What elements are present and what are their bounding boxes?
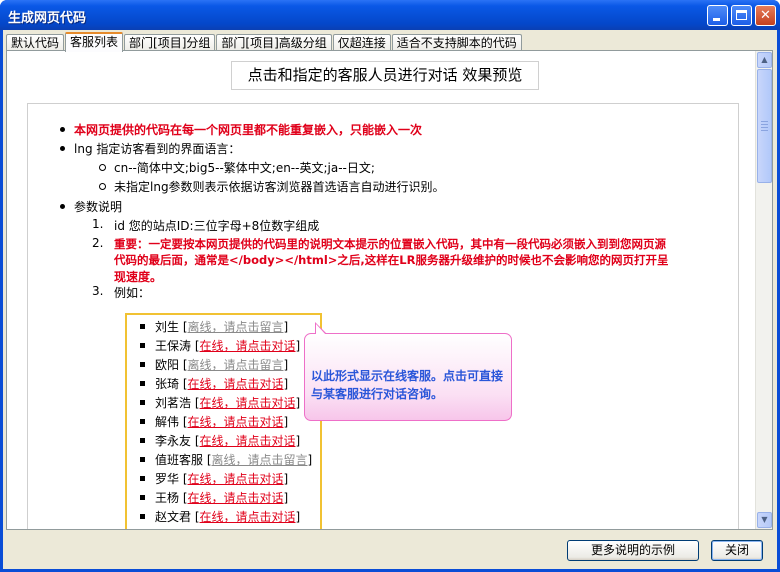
param-important-line: 现速度。 bbox=[114, 270, 163, 284]
scroll-thumb[interactable] bbox=[757, 69, 772, 183]
agent-chat-link[interactable]: 在线，请点击对话 bbox=[188, 491, 284, 505]
tooltip-arrow-inner bbox=[316, 324, 326, 335]
dialog-window: 生成网页代码 ✕ 默认代码 客服列表 部门[项目]分组 部门[项目]高级分组 仅… bbox=[0, 0, 780, 572]
agent-row: 张琦 [在线，请点击对话] bbox=[155, 377, 289, 391]
agent-chat-link[interactable]: 在线，请点击对话 bbox=[200, 510, 296, 524]
square-bullet-icon bbox=[140, 514, 145, 519]
grip-line bbox=[761, 121, 768, 122]
agent-name: 赵文君 bbox=[155, 510, 192, 524]
lng-option: 未指定lng参数则表示依据访客浏览器首选语言自动进行识别。 bbox=[114, 180, 445, 194]
tab-panel: 点击和指定的客服人员进行对话 效果预览 本网页提供的代码在每一个网页里都不能重复… bbox=[6, 50, 773, 530]
square-bullet-icon bbox=[140, 400, 145, 405]
params-heading: 参数说明 bbox=[74, 200, 123, 214]
param-number: 3. bbox=[92, 284, 104, 298]
square-bullet-icon bbox=[140, 343, 145, 348]
embed-once-note: 本网页提供的代码在每一个网页里都不能重复嵌入，只能嵌入一次 bbox=[74, 123, 423, 137]
agent-name: 刘生 bbox=[155, 320, 180, 334]
close-button[interactable]: 关闭 bbox=[711, 540, 763, 561]
square-bullet-icon bbox=[140, 495, 145, 500]
grip-line bbox=[761, 124, 768, 125]
agent-chat-link[interactable]: 在线，请点击对话 bbox=[200, 434, 296, 448]
preview-title: 点击和指定的客服人员进行对话 效果预览 bbox=[231, 61, 539, 90]
agent-chat-link[interactable]: 在线，请点击对话 bbox=[188, 415, 284, 429]
agent-row: 刘茗浩 [在线，请点击对话] bbox=[155, 396, 301, 410]
agent-row: 李永友 [在线，请点击对话] bbox=[155, 434, 301, 448]
agent-list-box: 刘生 [离线，请点击留言] 王保涛 [在线，请点击对话] 欧阳 [离线，请点击留言]… bbox=[125, 313, 322, 530]
tooltip-line: 与某客服进行对话咨询。 bbox=[311, 387, 444, 401]
bullet-icon bbox=[60, 204, 65, 209]
square-bullet-icon bbox=[140, 381, 145, 386]
agent-chat-link[interactable]: 在线，请点击对话 bbox=[200, 396, 296, 410]
agent-row: 赵文君 [在线，请点击对话] bbox=[155, 510, 301, 524]
agent-row: 时大伟 [在线，请点击对话] bbox=[155, 527, 300, 530]
param-text: id 您的站点ID:三位字母+8位数字组成 bbox=[114, 219, 320, 233]
agent-row: 罗华 [在线，请点击对话] bbox=[155, 472, 289, 486]
param-important-line: 代码的最后面，通常是</body></html>之后,这样在LR服务器升级维护的… bbox=[114, 253, 669, 267]
lng-option: cn--简体中文;big5--繁体中文;en--英文;ja--日文; bbox=[114, 161, 375, 175]
square-bullet-icon bbox=[140, 438, 145, 443]
agent-name: 解伟 bbox=[155, 415, 180, 429]
agent-row: 刘生 [离线，请点击留言] bbox=[155, 320, 289, 334]
param-number: 1. bbox=[92, 217, 104, 231]
square-bullet-icon bbox=[140, 324, 145, 329]
preview-tooltip: 以此形式显示在线客服。点击可直接 与某客服进行对话咨询。 bbox=[304, 322, 512, 421]
agent-row: 解伟 [在线，请点击对话] bbox=[155, 415, 289, 429]
tab-service-list[interactable]: 客服列表 bbox=[65, 32, 124, 52]
maximize-button[interactable] bbox=[731, 5, 752, 26]
vertical-scrollbar[interactable]: ▲ ▼ bbox=[755, 51, 772, 529]
maximize-icon bbox=[736, 10, 747, 20]
grip-line bbox=[761, 127, 768, 128]
client-area: 默认代码 客服列表 部门[项目]分组 部门[项目]高级分组 仅超连接 适合不支持… bbox=[3, 30, 777, 569]
lng-note: lng 指定访客看到的界面语言： bbox=[74, 142, 241, 156]
param-number: 2. bbox=[92, 236, 104, 250]
tab-strip: 默认代码 客服列表 部门[项目]分组 部门[项目]高级分组 仅超连接 适合不支持… bbox=[6, 32, 523, 52]
more-examples-button[interactable]: 更多说明的示例 bbox=[567, 540, 699, 561]
agent-row: 王保涛 [在线，请点击对话] bbox=[155, 339, 301, 353]
agent-row: 王杨 [在线，请点击对话] bbox=[155, 491, 289, 505]
agent-name: 王杨 bbox=[155, 491, 180, 505]
agent-row: 欧阳 [离线，请点击留言] bbox=[155, 358, 289, 372]
square-bullet-icon bbox=[140, 457, 145, 462]
title-bar[interactable]: 生成网页代码 ✕ bbox=[0, 0, 780, 30]
square-bullet-icon bbox=[140, 476, 145, 481]
window-title: 生成网页代码 bbox=[8, 11, 87, 26]
circle-bullet-icon bbox=[99, 183, 106, 190]
agent-chat-link[interactable]: 在线，请点击对话 bbox=[188, 472, 284, 486]
agent-message-link[interactable]: 离线，请点击留言 bbox=[188, 358, 284, 372]
bullet-icon bbox=[60, 127, 65, 132]
agent-name: 欧阳 bbox=[155, 358, 180, 372]
agent-chat-link[interactable]: 在线，请点击对话 bbox=[200, 529, 296, 530]
minimize-button[interactable] bbox=[707, 5, 728, 26]
minimize-icon bbox=[713, 18, 720, 21]
square-bullet-icon bbox=[140, 419, 145, 424]
param-text: 例如： bbox=[114, 286, 151, 300]
bullet-icon bbox=[60, 146, 65, 151]
tooltip-text: 以此形式显示在线客服。点击可直接 与某客服进行对话咨询。 bbox=[311, 367, 511, 403]
agent-name: 王保涛 bbox=[155, 339, 192, 353]
agent-name: 值班客服 bbox=[155, 453, 204, 467]
scroll-up-arrow-icon[interactable]: ▲ bbox=[757, 52, 772, 68]
agent-message-link[interactable]: 离线，请点击留言 bbox=[212, 453, 308, 467]
agent-name: 时大伟 bbox=[155, 529, 191, 530]
agent-name: 李永友 bbox=[155, 434, 192, 448]
param-important-line: 重要：一定要按本网页提供的代码里的说明文本提示的位置嵌入代码，其中有一段代码必须… bbox=[114, 237, 666, 251]
agent-message-link[interactable]: 离线，请点击留言 bbox=[188, 320, 284, 334]
scroll-down-arrow-icon[interactable]: ▼ bbox=[757, 512, 772, 528]
agent-row: 值班客服 [离线，请点击留言] bbox=[155, 453, 313, 467]
agent-name: 刘茗浩 bbox=[155, 396, 192, 410]
grip-line bbox=[761, 130, 768, 131]
agent-chat-link[interactable]: 在线，请点击对话 bbox=[188, 377, 284, 391]
close-icon: ✕ bbox=[760, 8, 771, 23]
circle-bullet-icon bbox=[99, 164, 106, 171]
square-bullet-icon bbox=[140, 362, 145, 367]
agent-name: 张琦 bbox=[155, 377, 180, 391]
agent-name: 罗华 bbox=[155, 472, 180, 486]
agent-chat-link[interactable]: 在线，请点击对话 bbox=[200, 339, 296, 353]
close-window-button[interactable]: ✕ bbox=[755, 5, 776, 26]
tooltip-line: 以此形式显示在线客服。点击可直接 bbox=[311, 369, 504, 383]
